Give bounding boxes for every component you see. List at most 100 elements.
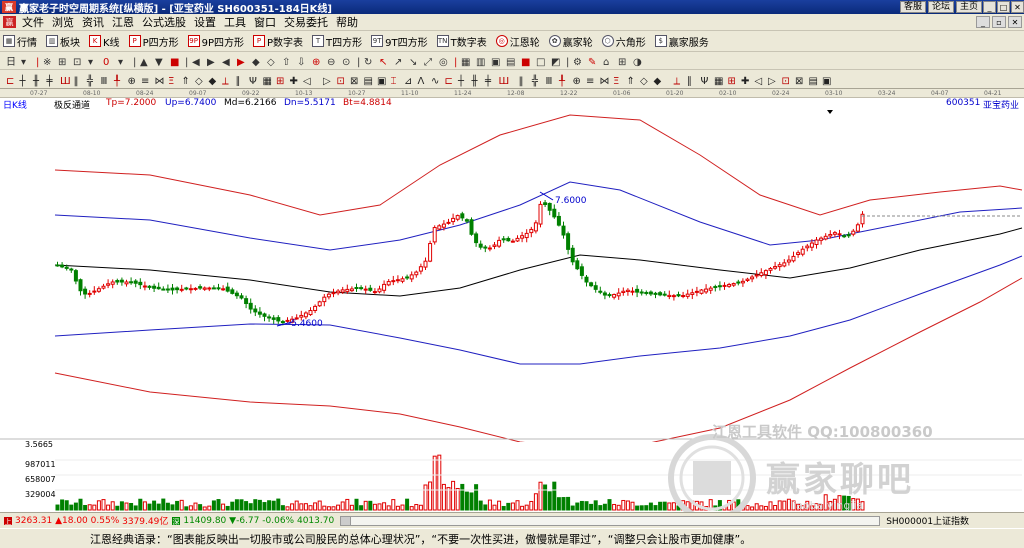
drawing-tool-icon[interactable]: ▦ [714, 76, 723, 87]
menu-tools[interactable]: 工具 [220, 14, 250, 30]
drawing-tool-icon[interactable]: ‖ [519, 76, 524, 87]
drawing-tool-icon[interactable]: ⚙ [573, 57, 582, 68]
drawing-tool-icon[interactable]: | [454, 57, 457, 68]
drawing-tool-icon[interactable]: ▣ [822, 76, 831, 87]
drawing-tool-icon[interactable]: ⊿ [404, 76, 412, 87]
toolbar-t-number-table-button[interactable]: TN T数字表 [436, 34, 487, 49]
drawing-tool-icon[interactable]: ⊕ [128, 76, 136, 87]
drawing-tool-icon[interactable]: ╪ [484, 74, 492, 87]
toolbar-sector-button[interactable]: ▥ 板块 [46, 34, 80, 49]
drawing-tool-icon[interactable]: ⊙ [342, 57, 350, 68]
drawing-tool-icon[interactable]: Ш [60, 76, 71, 87]
drawing-tool-icon[interactable]: Λ [418, 76, 425, 87]
drawing-tool-icon[interactable]: ◀ [192, 57, 200, 68]
drawing-tool-icon[interactable]: ╫ [471, 74, 479, 87]
drawing-tool-icon[interactable]: ※ [43, 57, 51, 68]
drawing-tool-icon[interactable]: ≡ [141, 76, 149, 87]
drawing-tool-icon[interactable]: ◎ [439, 57, 448, 68]
drawing-tool-icon[interactable]: ◇ [267, 57, 275, 68]
drawing-tool-icon[interactable]: Ⅲ [101, 76, 108, 87]
drawing-tool-icon[interactable]: ■ [170, 57, 179, 68]
drawing-tool-icon[interactable]: ✎ [588, 57, 596, 68]
drawing-tool-icon[interactable]: ⌶ [391, 76, 397, 87]
drawing-tool-icon[interactable]: ╬ [532, 74, 539, 87]
drawing-tool-icon[interactable]: ▾ [118, 57, 123, 68]
status-scrollbar[interactable] [340, 515, 881, 526]
child-minimize-button[interactable]: _ [976, 16, 990, 28]
drawing-tool-icon[interactable]: | [357, 57, 360, 68]
drawing-tool-icon[interactable]: ▦ [263, 76, 272, 87]
drawing-tool-icon[interactable]: ◆ [252, 57, 260, 68]
drawing-tool-icon[interactable]: ⊞ [276, 76, 284, 87]
drawing-tool-icon[interactable]: ▼ [155, 57, 163, 68]
scroll-thumb[interactable] [341, 516, 352, 525]
drawing-tool-icon[interactable]: ▤ [809, 76, 818, 87]
drawing-tool-icon[interactable]: ◁ [303, 76, 311, 87]
drawing-tool-icon[interactable]: ╫ [32, 74, 40, 87]
drawing-tool-icon[interactable]: □ [536, 57, 545, 68]
drawing-tool-icon[interactable]: ⇑ [182, 76, 190, 87]
menu-browse[interactable]: 浏览 [48, 14, 78, 30]
drawing-tool-icon[interactable]: ■ [521, 57, 530, 68]
drawing-tool-icon[interactable]: Ξ [168, 76, 174, 87]
drawing-tool-icon[interactable]: 日 [6, 57, 16, 68]
drawing-tool-icon[interactable]: Ξ [613, 76, 619, 87]
drawing-tool-icon[interactable]: ⟂ [222, 76, 229, 87]
menu-file[interactable]: 文件 [18, 14, 48, 30]
forum-link-button[interactable]: 论坛 [927, 1, 954, 13]
drawing-tool-icon[interactable]: ✚ [290, 76, 298, 87]
homepage-link-button[interactable]: 主页 [955, 1, 982, 13]
drawing-tool-icon[interactable]: ◇ [195, 76, 203, 87]
drawing-tool-icon[interactable]: ╬ [87, 74, 94, 87]
toolbar-quote-button[interactable]: ▦ 行情 [3, 34, 37, 49]
drawing-tool-icon[interactable]: ↘ [409, 57, 417, 68]
drawing-tool-icon[interactable]: ⇩ [297, 57, 305, 68]
minimize-button[interactable]: _ [983, 1, 996, 13]
drawing-tool-icon[interactable]: ╀ [559, 74, 566, 87]
drawing-tool-icon[interactable]: ▥ [476, 57, 485, 68]
drawing-tool-icon[interactable]: ◁ [755, 76, 763, 87]
toolbar-p-square-button[interactable]: P P四方形 [128, 34, 179, 49]
menu-news[interactable]: 资讯 [78, 14, 108, 30]
drawing-tool-icon[interactable]: ↖ [379, 57, 387, 68]
toolbar-9t-square-button[interactable]: 9T 9T四方形 [371, 34, 428, 49]
drawing-tool-icon[interactable]: ⊞ [728, 76, 736, 87]
price-chart[interactable]: 7.6000 -5.4600 [0, 110, 1024, 442]
drawing-tool-icon[interactable]: ⤢ [424, 57, 432, 68]
menu-trading[interactable]: 交易委托 [280, 14, 332, 30]
drawing-tool-icon[interactable]: ▤ [364, 76, 373, 87]
drawing-tool-icon[interactable]: ⊖ [327, 57, 335, 68]
close-button[interactable]: ✕ [1011, 1, 1024, 13]
drawing-tool-icon[interactable]: ⊏ [6, 76, 14, 87]
drawing-tool-icon[interactable]: ⊞ [58, 57, 66, 68]
drawing-tool-icon[interactable]: ⊕ [573, 76, 581, 87]
drawing-tool-icon[interactable]: Ψ [701, 76, 709, 87]
menu-formula-screening[interactable]: 公式选股 [138, 14, 190, 30]
drawing-tool-icon[interactable]: ⋈ [155, 76, 165, 87]
child-restore-button[interactable]: ▫ [992, 16, 1006, 28]
drawing-tool-icon[interactable]: | [133, 57, 136, 68]
drawing-tool-icon[interactable]: ▶ [237, 57, 245, 68]
drawing-tool-icon[interactable]: ▲ [140, 57, 148, 68]
drawing-tool-icon[interactable]: ⇑ [627, 76, 635, 87]
drawing-tool-icon[interactable]: ↗ [394, 57, 402, 68]
toolbar-p-number-table-button[interactable]: P P数字表 [253, 34, 303, 49]
menu-help[interactable]: 帮助 [332, 14, 362, 30]
drawing-tool-icon[interactable]: ┼ [457, 74, 465, 87]
drawing-tool-icon[interactable]: ⊞ [618, 57, 626, 68]
drawing-tool-icon[interactable]: ▾ [21, 57, 26, 68]
sz-index-status[interactable]: 深 11409.80 ▼-6.77 -0.06% 4013.70 [171, 516, 334, 526]
sh-index-status[interactable]: 上 3263.31 ▲18.00 0.55% 3379.49亿 [3, 514, 168, 527]
drawing-tool-icon[interactable]: ⟂ [674, 76, 681, 87]
drawing-tool-icon[interactable]: | [185, 57, 188, 68]
drawing-tool-icon[interactable]: ▷ [768, 76, 776, 87]
drawing-tool-icon[interactable]: ▤ [506, 57, 515, 68]
service-link-button[interactable]: 客服 [899, 1, 926, 13]
toolbar-9p-square-button[interactable]: 9P 9P四方形 [187, 34, 244, 49]
drawing-tool-icon[interactable]: ▷ [323, 76, 331, 87]
drawing-tool-icon[interactable]: ∥ [687, 76, 692, 87]
drawing-tool-icon[interactable]: ▶ [207, 57, 215, 68]
drawing-tool-icon[interactable]: ≡ [586, 76, 594, 87]
toolbar-service-button[interactable]: $ 赢家服务 [654, 34, 709, 49]
drawing-tool-icon[interactable]: ⊠ [350, 76, 358, 87]
